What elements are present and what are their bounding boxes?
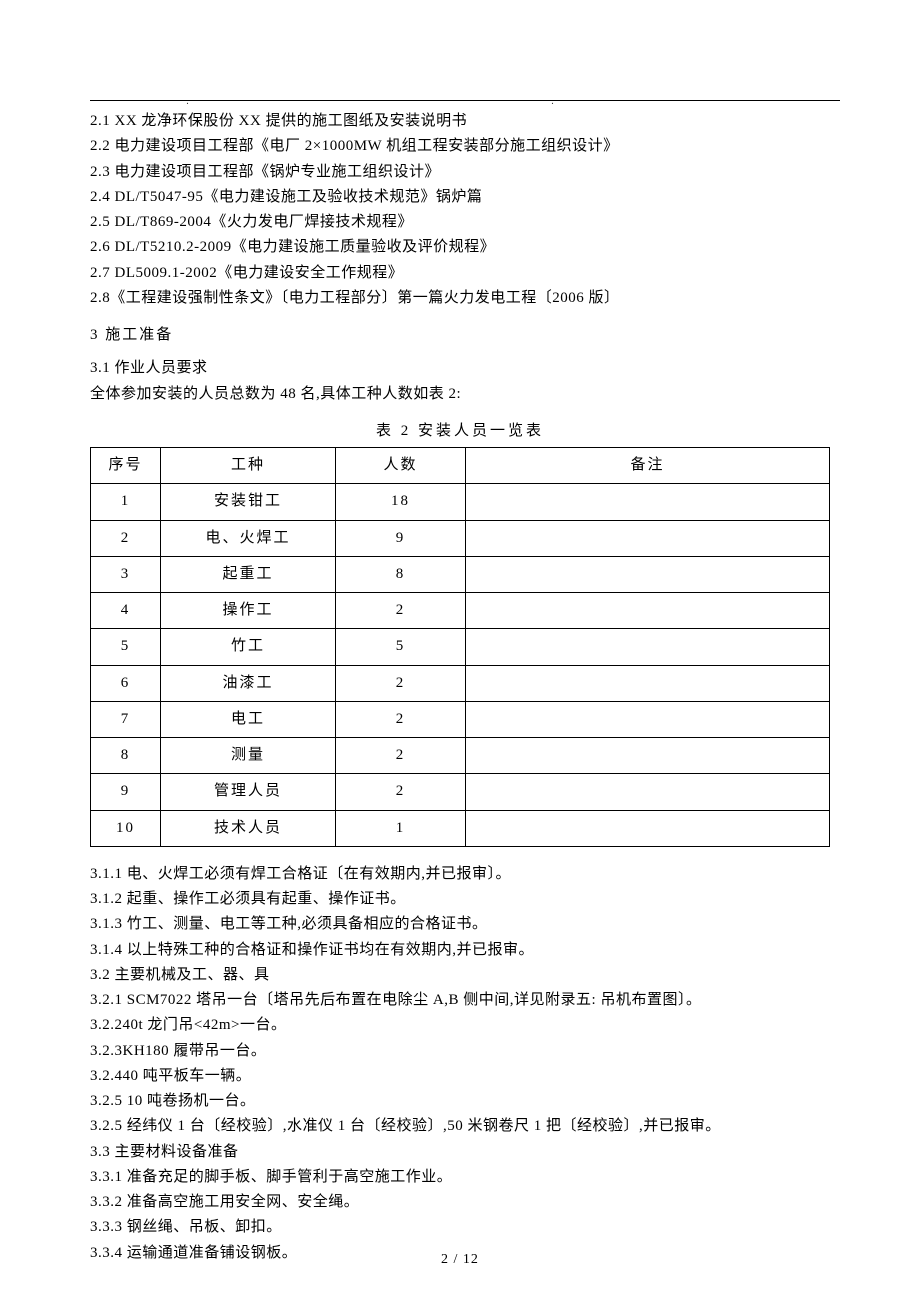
ref-line: 2.7 DL5009.1-2002《电力建设安全工作规程》 xyxy=(90,262,830,285)
td-seq: 4 xyxy=(91,593,161,629)
page-content: 2.1 XX 龙净环保股份 XX 提供的施工图纸及安装说明书 2.2 电力建设项… xyxy=(90,110,830,1265)
table-caption: 表 2 安装人员一览表 xyxy=(90,420,830,443)
th-type: 工种 xyxy=(161,448,336,484)
td-remark xyxy=(466,738,830,774)
td-remark xyxy=(466,701,830,737)
body-line: 3.1.4 以上特殊工种的合格证和操作证书均在有效期内,并已报审。 xyxy=(90,939,830,962)
td-remark xyxy=(466,484,830,520)
body-line: 3.2.3KH180 履带吊一台。 xyxy=(90,1040,830,1063)
td-seq: 6 xyxy=(91,665,161,701)
td-seq: 7 xyxy=(91,701,161,737)
body-line: 3.2.5 经纬仪 1 台〔经校验〕,水准仪 1 台〔经校验〕,50 米钢卷尺 … xyxy=(90,1115,830,1138)
td-seq: 2 xyxy=(91,520,161,556)
body-line: 3.3.3 钢丝绳、吊板、卸扣。 xyxy=(90,1216,830,1239)
body-line: 3.2 主要机械及工、器、具 xyxy=(90,964,830,987)
table-row: 9管理人员2 xyxy=(91,774,830,810)
body-line: 全体参加安装的人员总数为 48 名,具体工种人数如表 2: xyxy=(90,383,830,406)
td-type: 管理人员 xyxy=(161,774,336,810)
table-row: 4操作工2 xyxy=(91,593,830,629)
body-line: 3.2.440 吨平板车一辆。 xyxy=(90,1065,830,1088)
ref-line: 2.6 DL/T5210.2-2009《电力建设施工质量验收及评价规程》 xyxy=(90,236,830,259)
td-count: 18 xyxy=(336,484,466,520)
body-line: 3.1 作业人员要求 xyxy=(90,357,830,380)
td-count: 2 xyxy=(336,665,466,701)
th-remark: 备注 xyxy=(466,448,830,484)
table-row: 10技术人员1 xyxy=(91,810,830,846)
td-count: 1 xyxy=(336,810,466,846)
td-type: 电工 xyxy=(161,701,336,737)
td-count: 2 xyxy=(336,593,466,629)
td-count: 2 xyxy=(336,738,466,774)
td-type: 安装钳工 xyxy=(161,484,336,520)
td-seq: 8 xyxy=(91,738,161,774)
body-line: 3.3 主要材料设备准备 xyxy=(90,1141,830,1164)
td-count: 2 xyxy=(336,774,466,810)
td-remark xyxy=(466,593,830,629)
table-row: 2电、火焊工9 xyxy=(91,520,830,556)
td-seq: 10 xyxy=(91,810,161,846)
body-line: 3.1.2 起重、操作工必须具有起重、操作证书。 xyxy=(90,888,830,911)
td-remark xyxy=(466,556,830,592)
td-count: 8 xyxy=(336,556,466,592)
td-count: 5 xyxy=(336,629,466,665)
ref-line: 2.4 DL/T5047-95《电力建设施工及验收技术规范》锅炉篇 xyxy=(90,186,830,209)
td-type: 操作工 xyxy=(161,593,336,629)
body-line: 3.1.3 竹工、测量、电工等工种,必须具备相应的合格证书。 xyxy=(90,913,830,936)
header-dots: . . xyxy=(0,94,920,110)
td-remark xyxy=(466,810,830,846)
body-line: 3.3.1 准备充足的脚手板、脚手管利于高空施工作业。 xyxy=(90,1166,830,1189)
body-line: 3.2.5 10 吨卷扬机一台。 xyxy=(90,1090,830,1113)
table-row: 8测量2 xyxy=(91,738,830,774)
td-count: 2 xyxy=(336,701,466,737)
td-remark xyxy=(466,665,830,701)
td-remark xyxy=(466,520,830,556)
td-type: 技术人员 xyxy=(161,810,336,846)
body-line: 3.2.240t 龙门吊<42m>一台。 xyxy=(90,1014,830,1037)
td-count: 9 xyxy=(336,520,466,556)
td-type: 电、火焊工 xyxy=(161,520,336,556)
th-seq: 序号 xyxy=(91,448,161,484)
personnel-table: 序号 工种 人数 备注 1安装钳工182电、火焊工93起重工84操作工25竹工5… xyxy=(90,447,830,847)
table-header-row: 序号 工种 人数 备注 xyxy=(91,448,830,484)
body-line: 3.2.1 SCM7022 塔吊一台〔塔吊先后布置在电除尘 A,B 侧中间,详见… xyxy=(90,989,830,1012)
header-rule xyxy=(90,100,840,101)
ref-line: 2.3 电力建设项目工程部《锅炉专业施工组织设计》 xyxy=(90,161,830,184)
td-type: 测量 xyxy=(161,738,336,774)
section-heading: 3 施工准备 xyxy=(90,324,830,347)
table-row: 3起重工8 xyxy=(91,556,830,592)
td-type: 竹工 xyxy=(161,629,336,665)
td-seq: 1 xyxy=(91,484,161,520)
td-seq: 5 xyxy=(91,629,161,665)
ref-line: 2.1 XX 龙净环保股份 XX 提供的施工图纸及安装说明书 xyxy=(90,110,830,133)
ref-line: 2.5 DL/T869-2004《火力发电厂焊接技术规程》 xyxy=(90,211,830,234)
td-seq: 3 xyxy=(91,556,161,592)
page-number: 2 / 12 xyxy=(0,1249,920,1271)
table-row: 1安装钳工18 xyxy=(91,484,830,520)
table-row: 7电工2 xyxy=(91,701,830,737)
body-line: 3.3.2 准备高空施工用安全网、安全绳。 xyxy=(90,1191,830,1214)
body-line: 3.1.1 电、火焊工必须有焊工合格证〔在有效期内,并已报审〕。 xyxy=(90,863,830,886)
td-type: 油漆工 xyxy=(161,665,336,701)
td-seq: 9 xyxy=(91,774,161,810)
ref-line: 2.8《工程建设强制性条文》〔电力工程部分〕第一篇火力发电工程〔2006 版〕 xyxy=(90,287,830,310)
ref-line: 2.2 电力建设项目工程部《电厂 2×1000MW 机组工程安装部分施工组织设计… xyxy=(90,135,830,158)
th-count: 人数 xyxy=(336,448,466,484)
table-row: 5竹工5 xyxy=(91,629,830,665)
td-remark xyxy=(466,629,830,665)
td-remark xyxy=(466,774,830,810)
td-type: 起重工 xyxy=(161,556,336,592)
table-row: 6油漆工2 xyxy=(91,665,830,701)
